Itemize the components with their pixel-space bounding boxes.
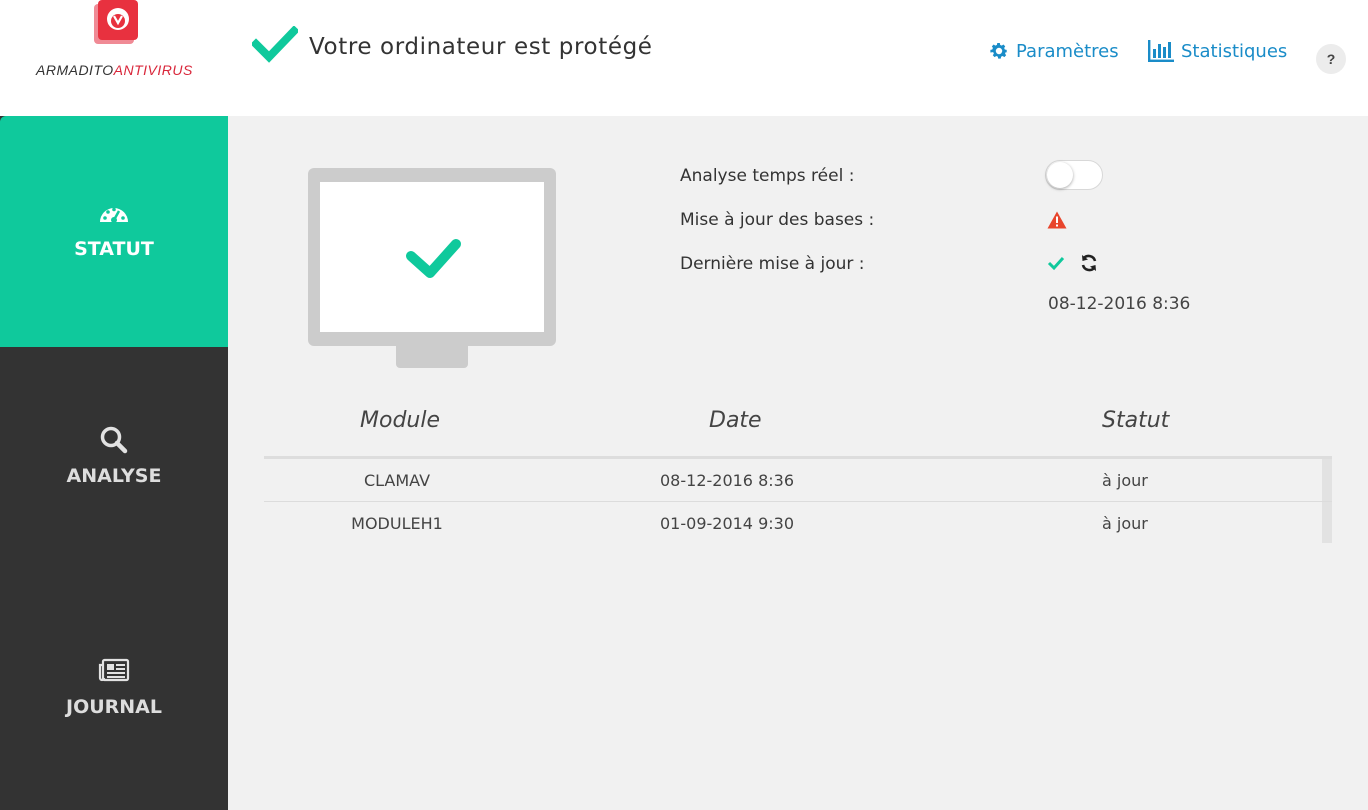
table-header: Module Date Statut — [264, 402, 1332, 459]
sidebar-item-journal[interactable]: JOURNAL — [0, 578, 228, 810]
armadillo-logo-icon — [94, 0, 138, 44]
column-header-module: Module — [360, 408, 440, 433]
settings-link[interactable]: Paramètres — [988, 40, 1119, 62]
sidebar-item-label: JOURNAL — [66, 696, 162, 718]
warning-icon — [1047, 211, 1067, 229]
sidebar-item-label: ANALYSE — [66, 465, 162, 487]
app-logo: ARMADITOANTIVIRUS — [36, 0, 196, 80]
brand-name: ARMADITOANTIVIRUS — [36, 62, 193, 78]
sidebar: STATUT ANALYSE JOURNAL — [0, 116, 240, 810]
module-status-cell: à jour — [1102, 514, 1148, 533]
table-row: CLAMAV 08-12-2016 8:36 à jour — [264, 459, 1332, 502]
module-status-cell: à jour — [1102, 471, 1148, 490]
brand-name-part2: ANTIVIRUS — [113, 62, 193, 78]
newspaper-icon — [98, 658, 130, 682]
table-body: CLAMAV 08-12-2016 8:36 à jour MODULEH1 0… — [264, 459, 1332, 544]
status-panel: Analyse temps réel : Mise à jour des bas… — [228, 116, 1368, 810]
settings-link-label: Paramètres — [1016, 40, 1119, 62]
bar-chart-icon — [1148, 40, 1174, 62]
statistics-link[interactable]: Statistiques — [1147, 40, 1287, 62]
modules-table: Module Date Statut CLAMAV 08-12-2016 8:3… — [264, 402, 1332, 544]
last-update-label: Dernière mise à jour : — [680, 254, 865, 274]
realtime-analysis-label: Analyse temps réel : — [680, 166, 855, 186]
help-button[interactable]: ? — [1316, 44, 1346, 74]
dashboard-icon — [100, 207, 128, 223]
refresh-icon[interactable] — [1079, 253, 1099, 273]
sidebar-item-label: STATUT — [74, 238, 154, 260]
database-update-label: Mise à jour des bases : — [680, 210, 875, 230]
column-header-date: Date — [709, 408, 762, 433]
table-row: MODULEH1 01-09-2014 9:30 à jour — [264, 502, 1332, 544]
statistics-link-label: Statistiques — [1181, 40, 1288, 62]
sidebar-item-statut[interactable]: STATUT — [0, 116, 228, 347]
app-header: ARMADITOANTIVIRUS Votre ordinateur est p… — [0, 0, 1368, 116]
toggle-knob — [1047, 162, 1073, 188]
last-update-date: 08-12-2016 8:36 — [1048, 294, 1191, 314]
module-name-cell: MODULEH1 — [351, 514, 443, 533]
protected-check-icon — [252, 26, 298, 63]
gear-icon — [990, 43, 1008, 59]
sidebar-item-analyse[interactable]: ANALYSE — [0, 347, 228, 578]
brand-name-part1: ARMADITO — [36, 62, 114, 78]
module-date-cell: 01-09-2014 9:30 — [660, 514, 794, 533]
monitor-protected-icon — [308, 168, 556, 368]
column-header-statut: Statut — [1102, 408, 1170, 433]
module-date-cell: 08-12-2016 8:36 — [660, 471, 794, 490]
protection-status-title: Votre ordinateur est protégé — [309, 34, 653, 60]
realtime-analysis-toggle[interactable] — [1045, 160, 1103, 190]
search-icon — [100, 426, 128, 454]
module-name-cell: CLAMAV — [363, 471, 431, 490]
check-icon — [1047, 256, 1065, 271]
